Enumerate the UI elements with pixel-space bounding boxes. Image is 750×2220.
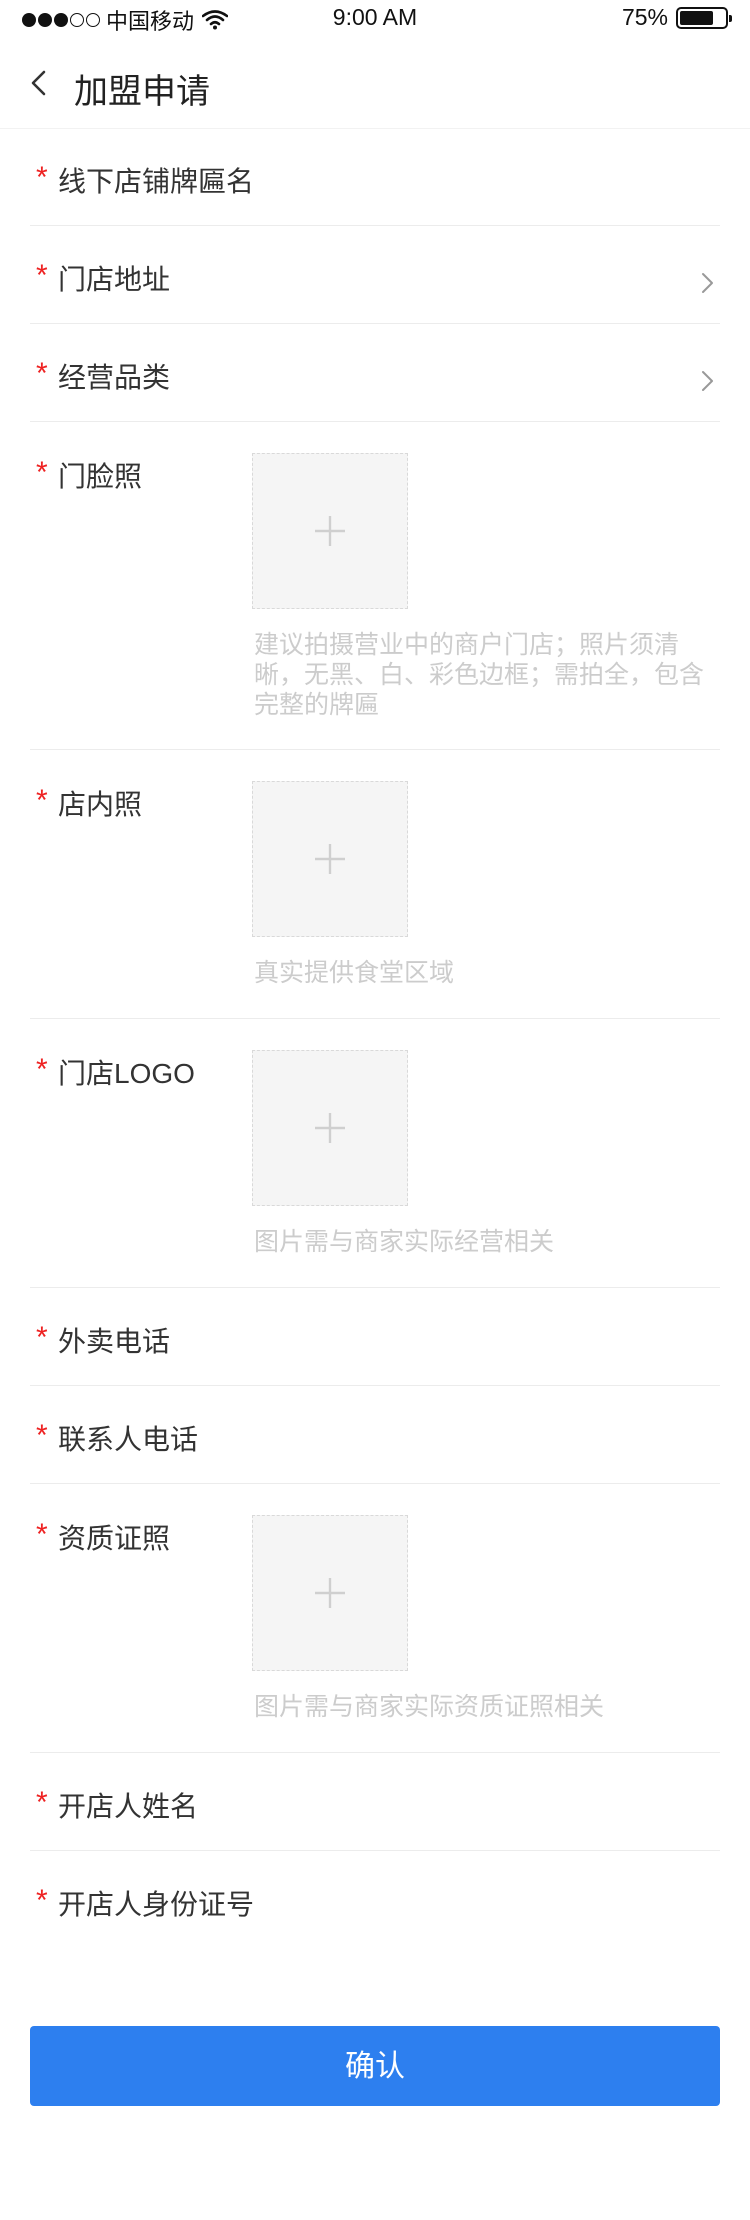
field-label: 资质证照 bbox=[58, 1523, 171, 1554]
required-mark: * bbox=[36, 357, 48, 390]
form-row-store-sign-name[interactable]: * 线下店铺牌匾名 bbox=[30, 128, 720, 226]
field-label: 外卖电话 bbox=[58, 1326, 171, 1357]
upload-hint: 图片需与商家实际经营相关 bbox=[254, 1228, 555, 1256]
form-row-contact-phone[interactable]: * 联系人电话 bbox=[30, 1386, 720, 1484]
upload-hint: 建议拍摄营业中的商户门店；照片须清晰，无黑、白、彩色边框；需拍全，包含完整的牌匾 bbox=[254, 631, 705, 719]
field-label: 店内照 bbox=[58, 789, 143, 820]
status-bar: 中国移动 9:00 AM 75% bbox=[0, 0, 750, 40]
upload-hint: 真实提供食堂区域 bbox=[254, 959, 455, 987]
form-row-business-category[interactable]: * 经营品类 bbox=[30, 324, 720, 422]
plus-icon bbox=[315, 1113, 345, 1143]
field-label: 门脸照 bbox=[58, 461, 143, 492]
field-label: 经营品类 bbox=[58, 362, 171, 393]
field-label: 门店LOGO bbox=[58, 1058, 195, 1089]
field-label: 开店人姓名 bbox=[58, 1791, 199, 1822]
battery-level bbox=[680, 10, 713, 25]
required-mark: * bbox=[36, 1053, 48, 1086]
form-row-qualification-license: * 资质证照 图片需与商家实际资质证照相关 bbox=[30, 1484, 720, 1753]
form-row-store-address[interactable]: * 门店地址 bbox=[30, 226, 720, 324]
plus-icon bbox=[315, 516, 345, 546]
battery-percent: 75% bbox=[621, 4, 668, 30]
page-title: 加盟申请 bbox=[74, 73, 210, 111]
plus-icon bbox=[315, 844, 345, 874]
required-mark: * bbox=[36, 161, 48, 194]
required-mark: * bbox=[36, 456, 48, 489]
form-row-delivery-phone[interactable]: * 外卖电话 bbox=[30, 1288, 720, 1386]
form-row-interior-photo: * 店内照 真实提供食堂区域 bbox=[30, 750, 720, 1019]
field-label: 联系人电话 bbox=[58, 1424, 199, 1455]
required-mark: * bbox=[36, 1884, 48, 1917]
battery-status: 75% bbox=[621, 4, 732, 31]
chevron-left-icon[interactable] bbox=[22, 66, 56, 100]
field-label: 线下店铺牌匾名 bbox=[58, 166, 255, 197]
store-logo-upload[interactable] bbox=[252, 1050, 408, 1206]
field-label: 开店人身份证号 bbox=[58, 1889, 255, 1920]
form-row-owner-name[interactable]: * 开店人姓名 bbox=[30, 1753, 720, 1851]
battery-icon bbox=[676, 6, 732, 29]
storefront-photo-upload[interactable] bbox=[252, 453, 408, 609]
chevron-right-icon bbox=[702, 273, 713, 293]
required-mark: * bbox=[36, 1786, 48, 1819]
confirm-button[interactable]: 确认 bbox=[30, 2026, 720, 2106]
required-mark: * bbox=[36, 1419, 48, 1452]
required-mark: * bbox=[36, 1518, 48, 1551]
required-mark: * bbox=[36, 784, 48, 817]
required-mark: * bbox=[36, 1321, 48, 1354]
upload-hint: 图片需与商家实际资质证照相关 bbox=[254, 1693, 605, 1721]
required-mark: * bbox=[36, 259, 48, 292]
field-label: 门店地址 bbox=[58, 264, 171, 295]
nav-bar: 加盟申请 bbox=[0, 40, 750, 129]
form-row-owner-id-number[interactable]: * 开店人身份证号 bbox=[30, 1851, 720, 1948]
plus-icon bbox=[315, 1578, 345, 1608]
form-row-store-logo: * 门店LOGO 图片需与商家实际经营相关 bbox=[30, 1019, 720, 1288]
form-row-storefront-photo: * 门脸照 建议拍摄营业中的商户门店；照片须清晰，无黑、白、彩色边框；需拍全，包… bbox=[30, 422, 720, 750]
interior-photo-upload[interactable] bbox=[252, 781, 408, 937]
chevron-right-icon bbox=[702, 371, 713, 391]
qualification-license-upload[interactable] bbox=[252, 1515, 408, 1671]
